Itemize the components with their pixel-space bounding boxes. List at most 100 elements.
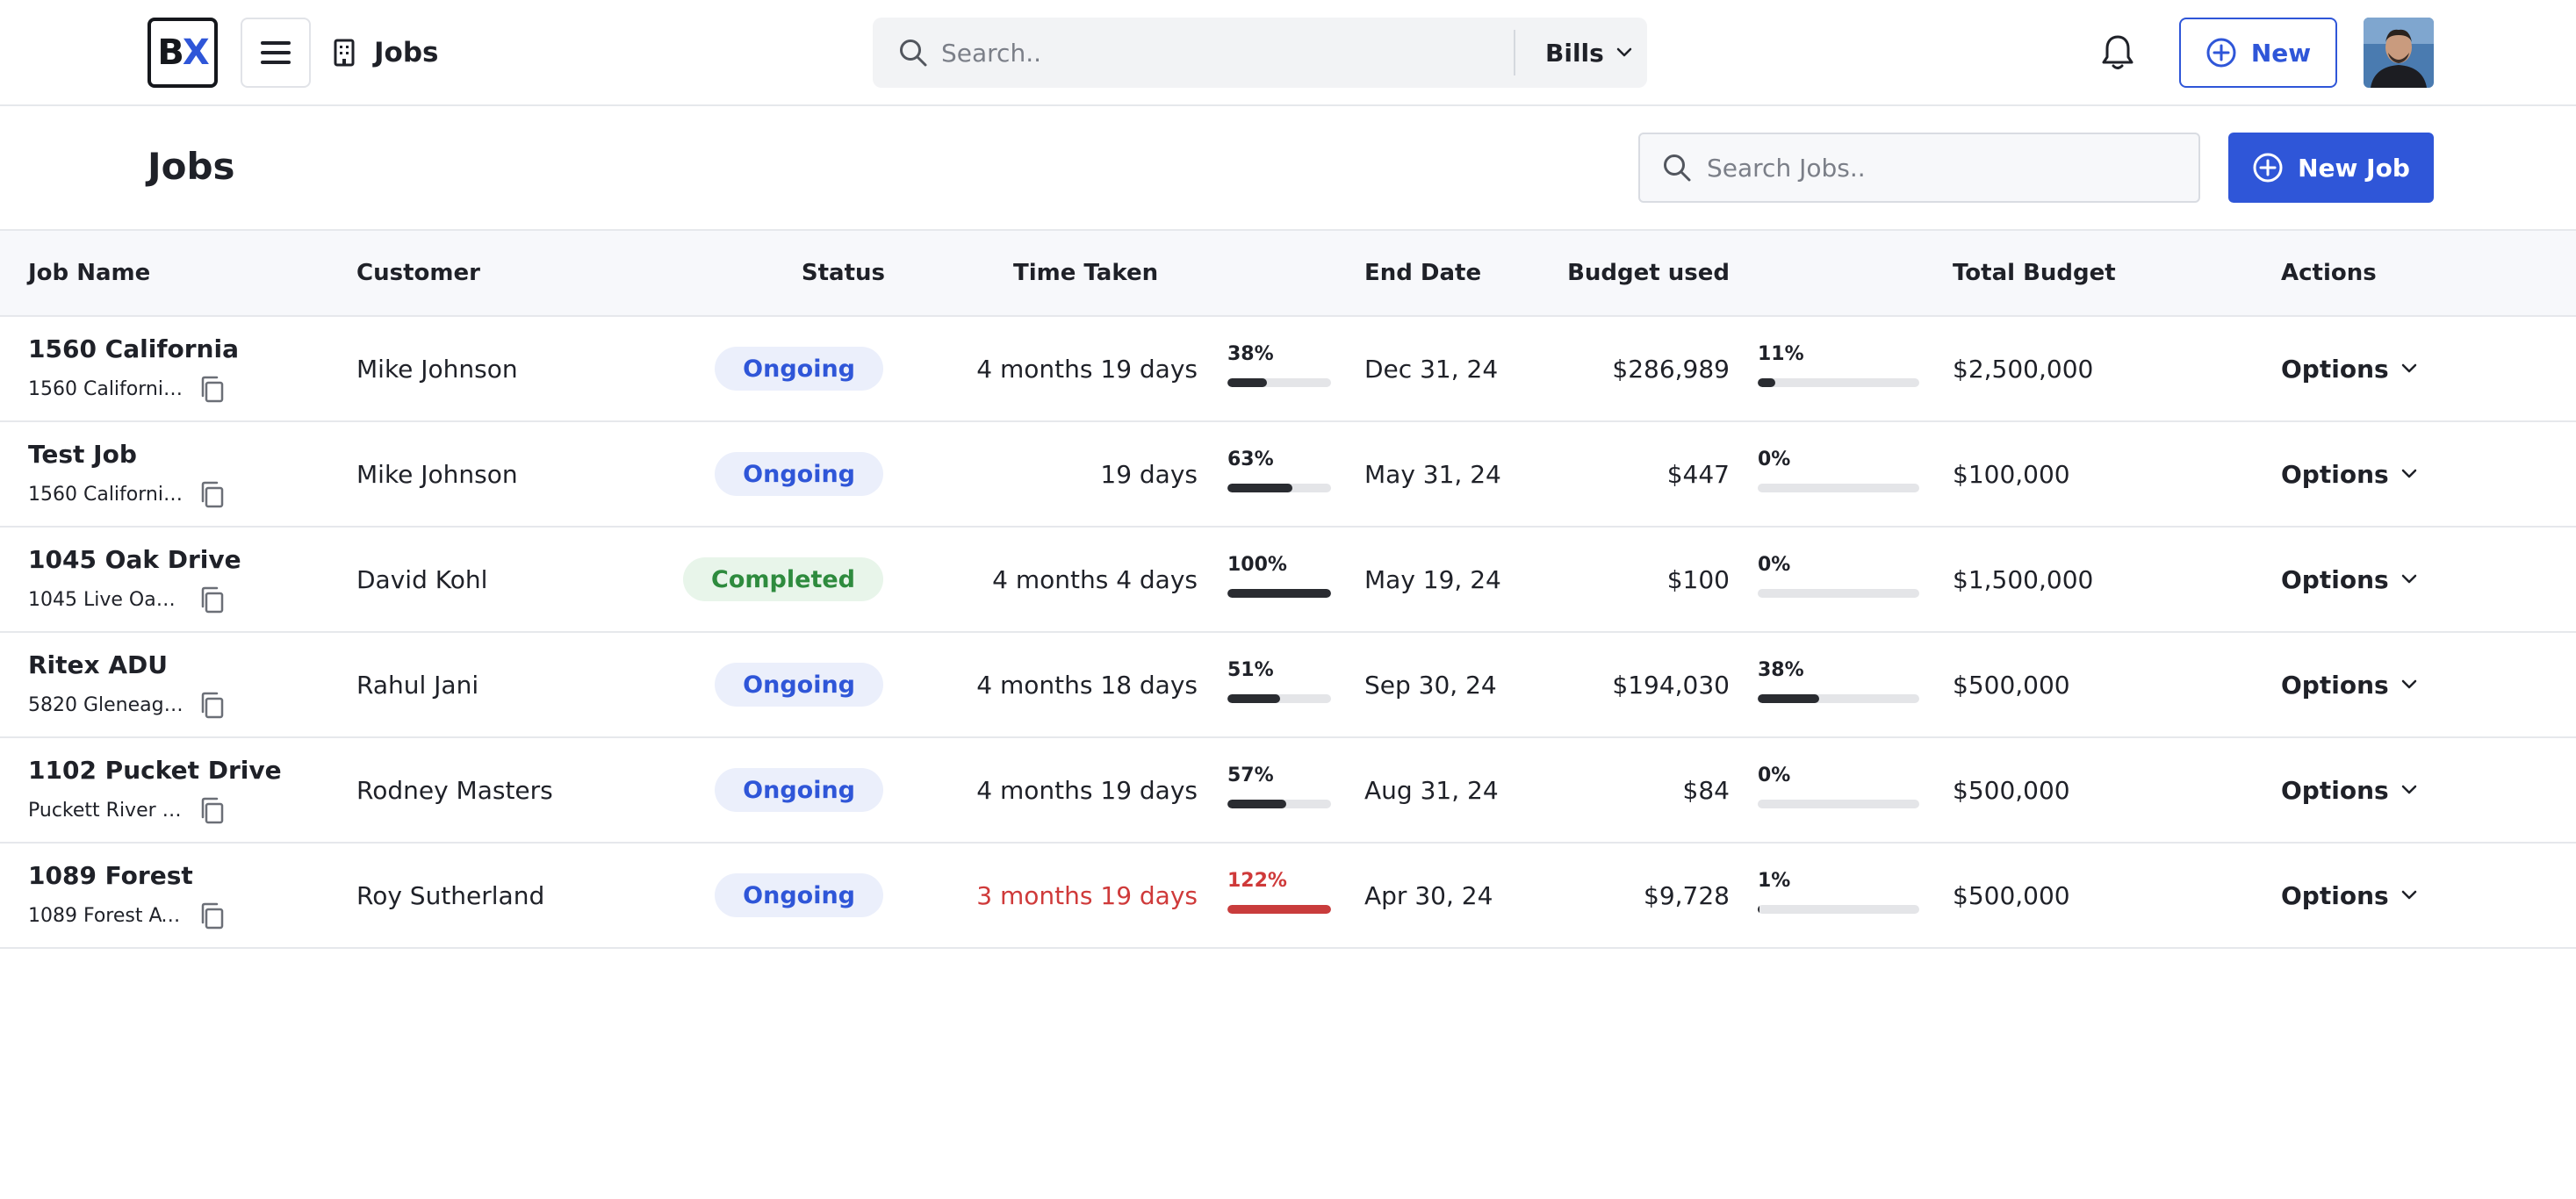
chevron-down-icon	[2401, 469, 2416, 478]
column-header-job-name[interactable]: Job Name	[28, 231, 150, 315]
copy-icon[interactable]	[198, 585, 227, 615]
time-progress-fill	[1227, 378, 1267, 387]
job-address: Puckett River D...	[28, 800, 186, 822]
time-progress-bar	[1227, 378, 1331, 387]
search-filter-label: Bills	[1545, 38, 1604, 68]
table-row[interactable]: 1089 Forest 1089 Forest Av... Roy Suther…	[0, 844, 2576, 949]
copy-icon[interactable]	[198, 480, 227, 510]
status-badge: Ongoing	[715, 873, 883, 917]
job-name[interactable]: 1102 Pucket Drive	[28, 756, 282, 785]
bx-logo[interactable]: BX	[148, 18, 218, 88]
status-badge: Completed	[683, 557, 883, 601]
budget-used: $9,728	[1644, 880, 1730, 910]
time-taken: 3 months 19 days	[976, 880, 1198, 910]
job-name[interactable]: 1560 California	[28, 334, 239, 363]
time-progress-percent: 63%	[1227, 449, 1274, 470]
job-address: 1045 Live Oak ...	[28, 589, 186, 611]
new-button[interactable]: New	[2179, 18, 2337, 88]
column-header-time-taken[interactable]: Time Taken	[1013, 231, 1158, 315]
time-progress-percent: 57%	[1227, 765, 1274, 786]
top-bar: BX Jobs Bills	[0, 0, 2576, 106]
budget-progress-percent: 0%	[1758, 554, 1791, 576]
job-name[interactable]: Ritex ADU	[28, 650, 168, 679]
building-icon	[334, 39, 355, 67]
page-header: Jobs New Job	[0, 106, 2576, 231]
budget-progress-bar	[1758, 589, 1919, 598]
options-dropdown[interactable]: Options	[2281, 317, 2417, 420]
total-budget: $1,500,000	[1953, 564, 2094, 594]
end-date: Aug 31, 24	[1364, 775, 1499, 805]
job-name[interactable]: Test Job	[28, 440, 137, 469]
total-budget: $500,000	[1953, 880, 2070, 910]
options-label: Options	[2281, 880, 2389, 910]
column-header-status[interactable]: Status	[720, 231, 885, 315]
new-job-button[interactable]: New Job	[2228, 133, 2434, 203]
column-header-end-date[interactable]: End Date	[1364, 231, 1481, 315]
budget-progress-fill	[1758, 694, 1819, 703]
job-address: 1560 California...	[28, 484, 186, 506]
column-header-budget-used[interactable]: Budget used	[1554, 231, 1730, 315]
options-label: Options	[2281, 354, 2389, 384]
avatar[interactable]	[2364, 18, 2434, 88]
job-name[interactable]: 1045 Oak Drive	[28, 545, 241, 574]
budget-progress-percent: 38%	[1758, 659, 1804, 681]
table-row[interactable]: 1560 California 1560 California... Mike …	[0, 317, 2576, 422]
table-row[interactable]: 1045 Oak Drive 1045 Live Oak ... David K…	[0, 528, 2576, 633]
time-progress-bar	[1227, 800, 1331, 808]
search-divider	[1514, 30, 1515, 75]
job-name[interactable]: 1089 Forest	[28, 861, 193, 890]
user-photo	[2364, 18, 2434, 88]
search-filter-dropdown[interactable]: Bills	[1529, 18, 1648, 88]
time-progress-fill	[1227, 589, 1331, 598]
status-cell: Ongoing	[715, 317, 883, 420]
chevron-down-icon	[2401, 679, 2416, 689]
options-label: Options	[2281, 775, 2389, 805]
status-badge: Ongoing	[715, 663, 883, 707]
time-progress-fill	[1227, 905, 1331, 914]
notifications-button[interactable]	[2097, 32, 2139, 74]
customer-name: Rodney Masters	[356, 775, 553, 805]
time-progress-fill	[1227, 484, 1293, 492]
menu-button[interactable]	[241, 18, 311, 88]
status-badge: Ongoing	[715, 452, 883, 496]
status-cell: Ongoing	[715, 844, 883, 947]
table-row[interactable]: Ritex ADU 5820 Gleneagl... Rahul Jani On…	[0, 633, 2576, 738]
global-search-input[interactable]	[941, 38, 1486, 68]
plus-circle-icon	[2253, 153, 2283, 183]
budget-used: $84	[1682, 775, 1730, 805]
time-progress-percent: 38%	[1227, 343, 1274, 365]
end-date: Apr 30, 24	[1364, 880, 1493, 910]
column-header-actions: Actions	[2281, 260, 2377, 286]
copy-icon[interactable]	[198, 796, 227, 826]
end-date: Sep 30, 24	[1364, 670, 1497, 700]
options-dropdown[interactable]: Options	[2281, 738, 2417, 842]
options-dropdown[interactable]: Options	[2281, 844, 2417, 947]
time-progress-fill	[1227, 800, 1287, 808]
copy-icon[interactable]	[198, 691, 227, 721]
jobs-search	[1638, 133, 2200, 203]
options-dropdown[interactable]: Options	[2281, 422, 2417, 526]
column-header-customer[interactable]: Customer	[356, 231, 480, 315]
breadcrumb: Jobs	[332, 32, 438, 74]
copy-icon[interactable]	[198, 901, 227, 931]
search-icon	[897, 37, 929, 68]
options-dropdown[interactable]: Options	[2281, 528, 2417, 631]
jobs-search-input[interactable]	[1707, 153, 2181, 183]
status-cell: Ongoing	[715, 422, 883, 526]
budget-progress-fill	[1758, 905, 1759, 914]
budget-progress-percent: 11%	[1758, 343, 1804, 365]
section-title: Jobs	[374, 37, 439, 68]
table-row[interactable]: Test Job 1560 California... Mike Johnson…	[0, 422, 2576, 528]
logo-b: B	[157, 32, 183, 73]
time-progress-bar	[1227, 694, 1331, 703]
column-header-total-budget[interactable]: Total Budget	[1953, 231, 2116, 315]
chevron-down-icon	[2401, 785, 2416, 794]
budget-used: $447	[1666, 459, 1730, 489]
chevron-down-icon	[2401, 363, 2416, 373]
options-dropdown[interactable]: Options	[2281, 633, 2417, 736]
table-row[interactable]: 1102 Pucket Drive Puckett River D... Rod…	[0, 738, 2576, 844]
copy-icon[interactable]	[198, 375, 227, 405]
options-label: Options	[2281, 564, 2389, 594]
budget-progress-percent: 0%	[1758, 765, 1791, 786]
budget-used: $100	[1666, 564, 1730, 594]
